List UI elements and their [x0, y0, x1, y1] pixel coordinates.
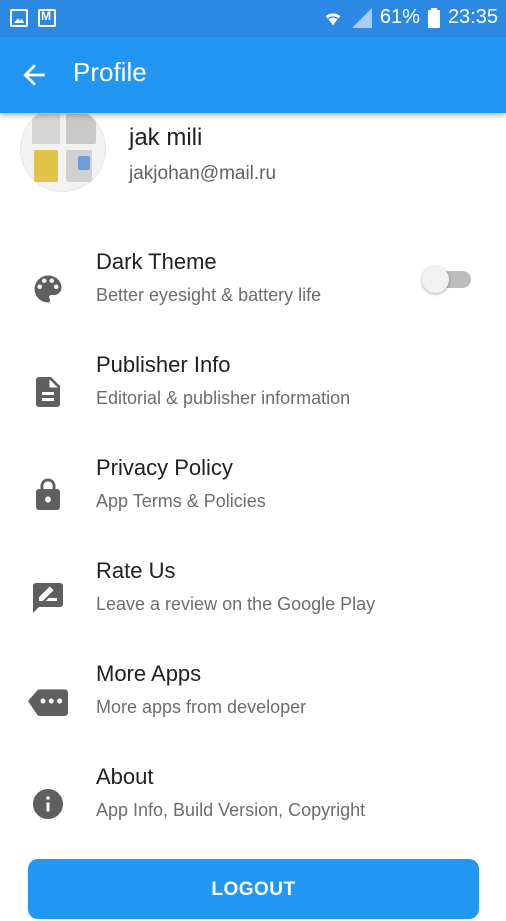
menu-item-publisher-info[interactable]: Publisher Info Editorial & publisher inf…	[0, 350, 506, 440]
wifi-icon	[322, 7, 344, 29]
menu-item-privacy-policy[interactable]: Privacy Policy App Terms & Policies	[0, 453, 506, 543]
menu-title: Privacy Policy	[96, 455, 233, 480]
menu-item-dark-theme[interactable]: Dark Theme Better eyesight & battery lif…	[0, 247, 506, 337]
menu-subtitle: Better eyesight & battery life	[96, 285, 322, 305]
back-button[interactable]	[18, 59, 50, 91]
more-apps-icon	[28, 689, 68, 716]
toggle-knob	[422, 266, 449, 293]
lock-icon	[36, 478, 60, 510]
battery-icon	[427, 7, 440, 28]
clock: 23:35	[447, 6, 498, 28]
notification-icons	[10, 9, 56, 27]
menu-item-about[interactable]: About App Info, Build Version, Copyright	[0, 762, 506, 852]
menu-item-more-apps[interactable]: More Apps More apps from developer	[0, 659, 506, 749]
logout-button[interactable]: LOGOUT	[28, 859, 479, 919]
rate-review-icon	[33, 583, 63, 613]
menu-item-rate-us[interactable]: Rate Us Leave a review on the Google Pla…	[0, 556, 506, 646]
menu-title: Rate Us	[96, 558, 176, 583]
menu-title: About	[96, 764, 154, 789]
info-icon	[33, 789, 63, 819]
signal-icon	[351, 7, 372, 28]
menu-subtitle: Editorial & publisher information	[96, 388, 351, 408]
menu-title: More Apps	[96, 661, 202, 686]
document-icon	[36, 377, 60, 407]
menu-subtitle: More apps from developer	[96, 697, 307, 717]
menu-title: Dark Theme	[96, 249, 217, 274]
page-title: Profile	[73, 57, 147, 87]
app-bar: Profile	[0, 37, 506, 113]
menu-subtitle: Leave a review on the Google Play	[96, 594, 376, 614]
menu-subtitle: App Terms & Policies	[96, 491, 266, 511]
arrow-back-icon	[23, 64, 45, 86]
profile-name: jak mili	[129, 124, 203, 151]
avatar[interactable]	[20, 106, 106, 192]
profile-email: jakjohan@mail.ru	[129, 163, 277, 184]
menu-subtitle: App Info, Build Version, Copyright	[96, 800, 366, 820]
gallery-icon	[10, 9, 28, 27]
status-bar: 61% 23:35	[0, 0, 506, 37]
menu-title: Publisher Info	[96, 352, 231, 377]
dark-theme-toggle[interactable]	[421, 265, 473, 293]
system-icons: 61% 23:35	[322, 6, 498, 29]
battery-percent: 61%	[379, 6, 420, 28]
mail-icon	[38, 9, 56, 27]
palette-icon	[34, 275, 62, 303]
